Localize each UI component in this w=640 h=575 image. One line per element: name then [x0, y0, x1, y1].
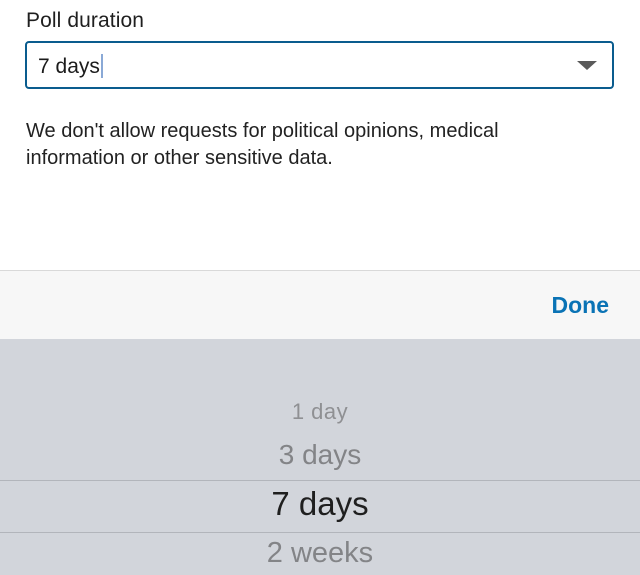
done-button[interactable]: Done	[552, 292, 610, 319]
poll-form: Poll duration 7 days We don't allow requ…	[0, 0, 640, 270]
picker-option-selected[interactable]: 7 days	[0, 485, 640, 523]
dropdown-arrow-icon	[577, 61, 597, 70]
selection-indicator-top	[0, 480, 640, 481]
sensitive-data-notice: We don't allow requests for political op…	[26, 120, 499, 169]
picker-option[interactable]: 3 days	[0, 439, 640, 471]
poll-duration-select[interactable]: 7 days	[25, 41, 614, 89]
duration-picker-wheel[interactable]: 1 day 3 days 7 days 2 weeks	[0, 339, 640, 575]
poll-duration-value: 7 days	[38, 54, 103, 79]
picker-toolbar: Done	[0, 270, 640, 339]
selection-indicator-bottom	[0, 532, 640, 533]
poll-duration-label: Poll duration	[26, 9, 145, 32]
text-caret	[100, 54, 103, 78]
picker-option[interactable]: 1 day	[0, 399, 640, 425]
picker-option[interactable]: 2 weeks	[0, 537, 640, 570]
